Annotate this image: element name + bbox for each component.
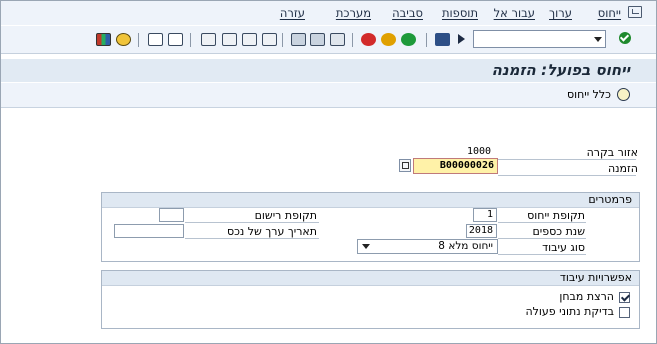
last-page-icon[interactable] [201, 33, 216, 46]
order-input[interactable]: B00000026 [413, 158, 498, 174]
menu-exit-icon[interactable] [628, 6, 642, 18]
field-underline [498, 222, 586, 223]
field-underline [498, 254, 586, 255]
create-session-icon[interactable] [168, 33, 183, 46]
field-underline [498, 159, 636, 160]
find-icon[interactable] [310, 33, 325, 46]
sap-window: ייחוס ערוך עבור אל תוספות סביבה מערכת עז… [0, 0, 657, 344]
next-page-icon[interactable] [222, 33, 237, 46]
toolbar-separator [352, 33, 353, 47]
enter-icon[interactable] [619, 32, 631, 44]
processing-type-dropdown-icon[interactable] [362, 244, 370, 249]
toolbar-separator [426, 33, 427, 47]
asset-value-date-input[interactable] [114, 224, 184, 238]
standard-toolbar [1, 26, 656, 54]
test-run-label[interactable]: הרצת מבחן [559, 290, 614, 303]
field-underline [498, 175, 636, 176]
menu-bar: ייחוס ערוך עבור אל תוספות סביבה מערכת עז… [1, 1, 656, 25]
exit-icon[interactable] [381, 33, 396, 46]
settlement-rule-icon[interactable] [617, 88, 630, 101]
toolbar-separator [282, 33, 283, 47]
parameters-group-header: פרמטרים [102, 193, 639, 208]
field-underline [185, 222, 319, 223]
menu-item-extras[interactable]: תוספות [442, 6, 478, 20]
command-field[interactable] [473, 30, 606, 48]
menu-item-environment[interactable]: סביבה [392, 6, 423, 20]
save-icon[interactable] [435, 33, 450, 46]
shortcut-icon[interactable] [148, 33, 163, 46]
posting-period-label: תקופת רישום [254, 209, 317, 222]
posting-period-input[interactable] [159, 208, 184, 222]
settlement-rule-button[interactable]: כלל ייחוס [567, 88, 611, 101]
processing-options-group-title: אפשרויות עיבוד [559, 271, 632, 284]
menu-item-system[interactable]: מערכת [336, 6, 371, 20]
controlling-area-label: אזור בקרה [586, 146, 638, 159]
asset-value-date-label: תאריך ערך של נכס [226, 225, 317, 238]
processing-type-value: 8 ייחוס מלא [438, 240, 493, 252]
check-transaction-data-label[interactable]: בדיקת נתוני פעולה [525, 305, 614, 318]
fiscal-year-label: שנת כספים [532, 225, 585, 238]
play-icon[interactable] [458, 34, 465, 44]
page-title: ייחוס בפועל: הזמנה [491, 61, 630, 79]
order-search-help-icon[interactable] [399, 159, 411, 172]
fiscal-year-input[interactable]: 2018 [466, 224, 497, 238]
menu-item-edit[interactable]: ערוך [549, 6, 572, 20]
toolbar-separator [138, 33, 139, 47]
field-underline [185, 238, 319, 239]
order-label: הזמנה [607, 162, 638, 175]
controlling-area-value: 1000 [467, 146, 492, 157]
processing-options-group-header: אפשרויות עיבוד [102, 271, 639, 286]
application-toolbar: כלל ייחוס [1, 83, 656, 108]
back-icon[interactable] [401, 33, 416, 46]
field-underline [498, 238, 586, 239]
menu-item-settlement[interactable]: ייחוס [598, 6, 621, 20]
processing-type-label: סוג עיבוד [542, 241, 585, 254]
previous-page-icon[interactable] [242, 33, 257, 46]
menu-item-goto[interactable]: עבור אל [494, 6, 535, 20]
title-bar: ייחוס בפועל: הזמנה [1, 59, 656, 82]
settlement-period-label: תקופת ייחוס [527, 209, 585, 222]
test-run-checkbox[interactable] [619, 292, 630, 303]
settlement-period-input[interactable]: 1 [473, 208, 497, 222]
toolbar-separator [190, 33, 191, 47]
help-icon[interactable] [116, 33, 131, 46]
menu-item-help[interactable]: עזרה [280, 6, 305, 20]
find-next-icon[interactable] [291, 33, 306, 46]
command-dropdown-icon[interactable] [594, 37, 602, 42]
cancel-icon[interactable] [361, 33, 376, 46]
layout-icon[interactable] [96, 33, 111, 46]
parameters-group-title: פרמטרים [588, 193, 632, 206]
check-transaction-data-checkbox[interactable] [619, 307, 630, 318]
first-page-icon[interactable] [262, 33, 277, 46]
processing-type-select[interactable]: 8 ייחוס מלא [357, 239, 498, 254]
print-icon[interactable] [330, 33, 345, 46]
